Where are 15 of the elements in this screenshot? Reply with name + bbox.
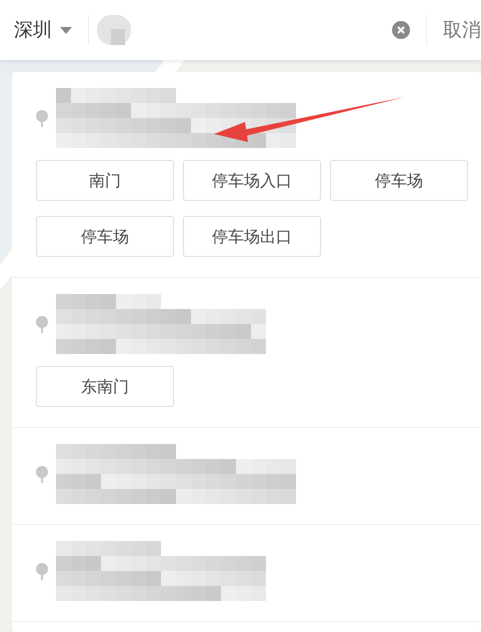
dropdown-caret-icon[interactable] bbox=[60, 26, 72, 34]
entrance-button[interactable]: 停车场 bbox=[330, 160, 468, 201]
cancel-button[interactable]: 取消 bbox=[443, 16, 481, 44]
location-pin-icon bbox=[36, 110, 48, 126]
entrance-button[interactable]: 东南门 bbox=[36, 366, 174, 407]
location-pin-icon bbox=[36, 316, 48, 332]
location-pin-icon bbox=[36, 466, 48, 482]
city-selector[interactable]: 深圳 bbox=[14, 16, 52, 44]
entrance-button[interactable]: 南门 bbox=[36, 160, 174, 201]
pixelated-text bbox=[97, 15, 131, 45]
entrance-button[interactable]: 停车场入口 bbox=[183, 160, 321, 201]
entrance-button[interactable]: 停车场出口 bbox=[183, 216, 321, 257]
clear-icon[interactable] bbox=[392, 21, 410, 39]
location-pin-icon bbox=[36, 562, 48, 580]
entrance-button[interactable]: 停车场 bbox=[36, 216, 174, 257]
